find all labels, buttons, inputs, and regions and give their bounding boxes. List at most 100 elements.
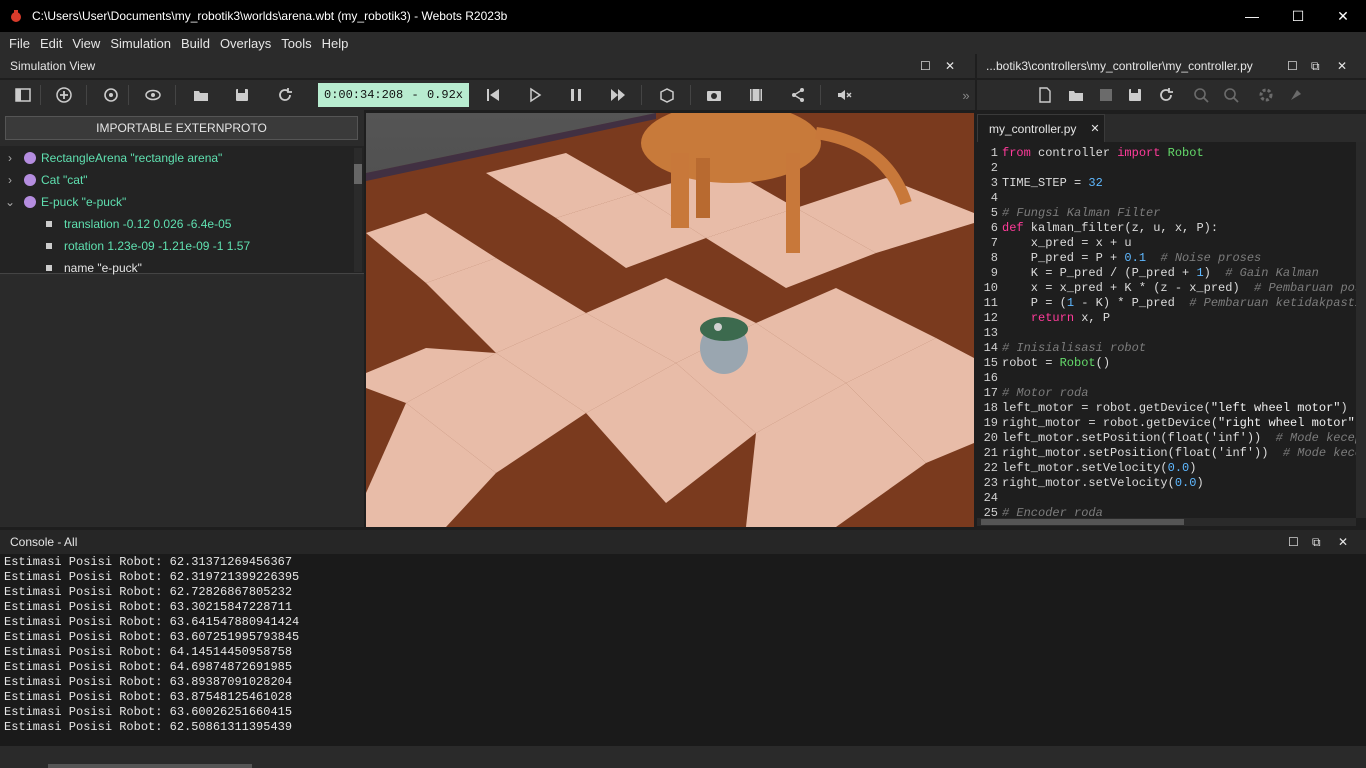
code-token: import: [1117, 146, 1161, 160]
pause-icon[interactable]: [565, 84, 587, 106]
window-title: C:\Users\User\Documents\my_robotik3\worl…: [32, 9, 508, 23]
code-line: 4: [977, 191, 1002, 206]
minimize-button[interactable]: —: [1229, 0, 1275, 32]
expand-chevron-icon[interactable]: ›: [0, 173, 20, 187]
reset-node-icon[interactable]: [100, 84, 122, 106]
editor-vertical-scrollbar[interactable]: [1356, 142, 1366, 518]
code-token: ): [1196, 476, 1204, 490]
close-tab-icon[interactable]: ✕: [1090, 122, 1099, 135]
render-toggle-icon[interactable]: [656, 84, 678, 106]
menu-build[interactable]: Build: [176, 36, 215, 51]
restore-panel-icon[interactable]: ⧉: [1311, 59, 1320, 74]
code-token: x, P: [1074, 311, 1111, 325]
collapse-chevron-icon[interactable]: ⌄: [0, 195, 20, 209]
code-token: right_motor.setPosition(float('inf')): [1002, 446, 1283, 460]
maximize-button[interactable]: ☐: [1275, 0, 1321, 32]
code-token: P_pred = P +: [1002, 251, 1125, 265]
simulation-speed: 0.92x: [426, 88, 463, 102]
record-movie-icon[interactable]: [745, 84, 767, 106]
line-number: 20: [983, 431, 998, 445]
code-token: "right wheel motor": [1218, 416, 1355, 430]
code-line: 20 left_motor.setPosition(float('inf')) #…: [977, 431, 1366, 446]
menu-edit[interactable]: Edit: [35, 36, 67, 51]
code-line: 16: [977, 371, 1002, 386]
menu-view[interactable]: View: [67, 36, 105, 51]
importable-externproto-button[interactable]: IMPORTABLE EXTERNPROTO: [5, 116, 358, 140]
reset-simulation-icon[interactable]: [482, 84, 504, 106]
code-token: # Gain Kalman: [1225, 266, 1319, 280]
line-number: 7: [990, 236, 998, 250]
console-line: Estimasi Posisi Robot: 63.64154788094142…: [4, 615, 300, 629]
menu-help[interactable]: Help: [317, 36, 354, 51]
save-all-icon[interactable]: [1124, 84, 1146, 106]
mute-sound-icon[interactable]: [834, 84, 856, 106]
line-number: 19: [983, 416, 998, 430]
close-button[interactable]: ✕: [1320, 0, 1366, 32]
code-line: 3 TIME_STEP = 32: [977, 176, 1103, 191]
close-panel-icon[interactable]: ✕: [945, 59, 955, 73]
step-icon[interactable]: [524, 84, 546, 106]
tree-node-rectangle-arena[interactable]: › RectangleArena "rectangle arena": [0, 147, 222, 169]
code-line: 10 x = x_pred + K * (z - x_pred) # Pemba…: [977, 281, 1366, 296]
code-line: 6 def kalman_filter(z, u, x, P):: [977, 221, 1218, 236]
visibility-eye-icon[interactable]: [142, 84, 164, 106]
open-file-icon[interactable]: [1065, 84, 1087, 106]
find-icon[interactable]: [1190, 84, 1212, 106]
menu-simulation[interactable]: Simulation: [105, 36, 176, 51]
tree-scrollbar[interactable]: [354, 148, 362, 272]
clean-icon[interactable]: [1285, 84, 1307, 106]
float-panel-icon[interactable]: ☐: [1288, 535, 1299, 549]
field-bullet-icon: [46, 221, 52, 227]
tree-node-epuck[interactable]: ⌄ E-puck "e-puck": [0, 191, 126, 213]
share-icon[interactable]: [787, 84, 809, 106]
console-line: Estimasi Posisi Robot: 62.31972139922639…: [4, 570, 300, 584]
add-node-icon[interactable]: [53, 84, 75, 106]
float-panel-icon[interactable]: ☐: [1287, 59, 1298, 73]
close-panel-icon[interactable]: ✕: [1338, 535, 1348, 549]
more-tools-icon[interactable]: »: [955, 84, 977, 106]
reload-world-icon[interactable]: [274, 84, 296, 106]
restore-panel-icon[interactable]: ⧉: [1312, 535, 1321, 550]
fast-forward-icon[interactable]: [607, 84, 629, 106]
tree-node-cat[interactable]: › Cat "cat": [0, 169, 88, 191]
field-label: name "e-puck": [64, 261, 142, 275]
expand-chevron-icon[interactable]: ›: [0, 151, 20, 165]
field-label: translation -0.12 0.026 -6.4e-05: [64, 217, 232, 231]
save-file-icon[interactable]: [1095, 84, 1117, 106]
menu-bar: File Edit View Simulation Build Overlays…: [0, 32, 1366, 54]
menu-file[interactable]: File: [4, 36, 35, 51]
3d-viewport[interactable]: [366, 113, 974, 527]
new-file-icon[interactable]: [1034, 84, 1056, 106]
open-world-icon[interactable]: [190, 84, 212, 106]
console-bottom-bar: [0, 746, 1366, 768]
code-line: 19 right_motor = robot.getDevice("right w…: [977, 416, 1362, 431]
console-output[interactable]: Estimasi Posisi Robot: 62.31371269456367…: [0, 554, 1366, 746]
editor-horizontal-scrollbar[interactable]: [977, 518, 1356, 526]
revert-file-icon[interactable]: [1155, 84, 1177, 106]
tab-my-controller[interactable]: my_controller.py ✕: [977, 114, 1105, 142]
console-horizontal-scrollbar[interactable]: [48, 764, 252, 768]
console-line: Estimasi Posisi Robot: 64.14514450958758: [4, 645, 293, 659]
tree-field-rotation[interactable]: rotation 1.23e-09 -1.21e-09 -1 1.57: [46, 235, 250, 257]
line-number: 4: [990, 191, 998, 205]
menu-overlays[interactable]: Overlays: [215, 36, 276, 51]
text-editor-header: ...botik3\controllers\my_controller\my_c…: [977, 54, 1366, 78]
menu-tools[interactable]: Tools: [276, 36, 316, 51]
code-line: 23 right_motor.setVelocity(0.0): [977, 476, 1204, 491]
tree-field-translation[interactable]: translation -0.12 0.026 -6.4e-05: [46, 213, 231, 235]
toggle-scene-tree-icon[interactable]: [12, 84, 34, 106]
replace-icon[interactable]: [1220, 84, 1242, 106]
screenshot-camera-icon[interactable]: [703, 84, 725, 106]
title-bar: C:\Users\User\Documents\my_robotik3\worl…: [0, 0, 1366, 32]
simulation-view-header: Simulation View ☐ ✕: [0, 54, 975, 78]
code-token: # Motor roda: [1002, 386, 1089, 400]
code-line: 18 left_motor = robot.getDevice("left whe…: [977, 401, 1348, 416]
code-editor[interactable]: 1 from controller import Robot 2 3 TIME_STEP…: [977, 142, 1366, 526]
build-gear-icon[interactable]: [1255, 84, 1277, 106]
close-panel-icon[interactable]: ✕: [1337, 59, 1347, 73]
line-number: 17: [983, 386, 998, 400]
save-world-icon[interactable]: [231, 84, 253, 106]
float-panel-icon[interactable]: ☐: [920, 59, 931, 73]
code-token: Robot: [1167, 146, 1204, 160]
